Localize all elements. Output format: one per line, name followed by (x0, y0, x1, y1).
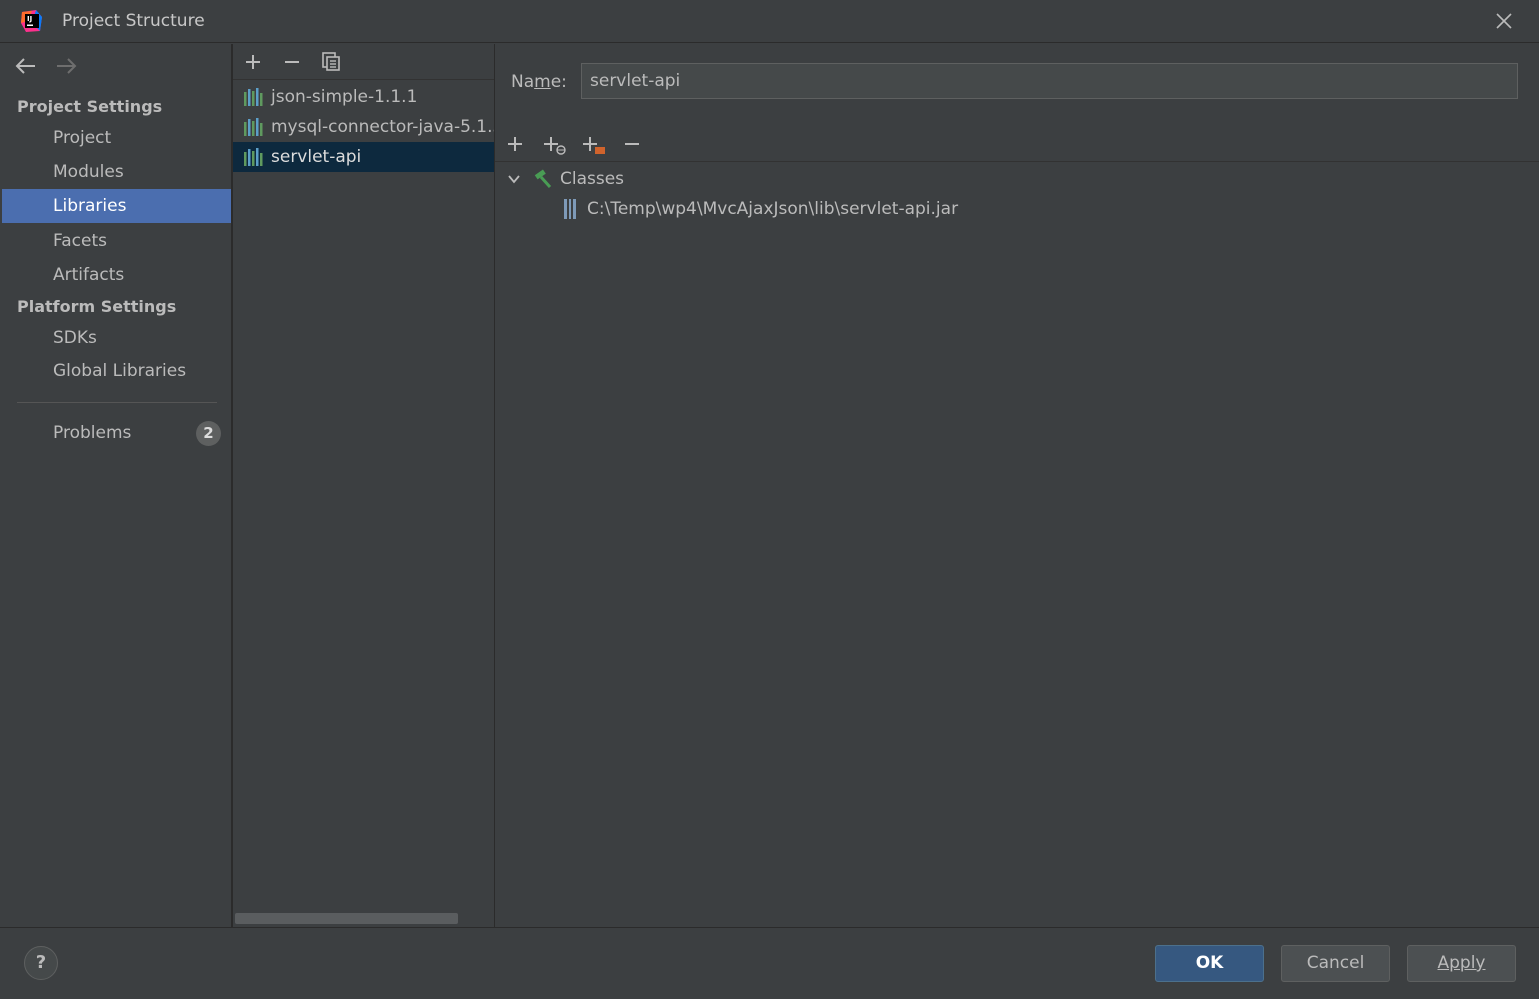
sidebar-item-project[interactable]: Project (2, 121, 231, 155)
library-label: json-simple-1.1.1 (271, 87, 418, 107)
forward-arrow-icon[interactable] (54, 54, 78, 78)
apply-button[interactable]: Apply (1407, 945, 1516, 982)
library-item-json-simple[interactable]: json-simple-1.1.1 (233, 82, 494, 112)
jar-file-icon (564, 199, 576, 219)
window-title: Project Structure (62, 11, 205, 31)
add-library-icon[interactable] (242, 51, 264, 73)
sidebar-item-global-libraries[interactable]: Global Libraries (2, 354, 231, 388)
add-jar-directory-icon[interactable] (581, 133, 607, 155)
copy-library-icon[interactable] (320, 50, 342, 72)
jar-path-label: C:\Temp\wp4\MvcAjaxJson\lib\servlet-api.… (587, 199, 959, 219)
cancel-button[interactable]: Cancel (1281, 945, 1390, 982)
libraries-panel: json-simple-1.1.1 mysql-connector-java-5… (233, 44, 494, 927)
settings-sidebar: Project Settings Project Modules Librari… (2, 44, 231, 927)
project-settings-heading: Project Settings (17, 97, 163, 116)
sidebar-item-artifacts[interactable]: Artifacts (2, 258, 231, 292)
library-item-servlet-api[interactable]: servlet-api (233, 142, 494, 172)
add-url-icon[interactable] (542, 133, 568, 155)
sidebar-item-libraries[interactable]: Libraries (2, 189, 231, 223)
hammer-icon (534, 169, 552, 189)
sidebar-divider (17, 402, 217, 403)
footer-divider (0, 927, 1539, 928)
intellij-logo-icon: IJ (21, 10, 42, 32)
jar-tree-node[interactable]: C:\Temp\wp4\MvcAjaxJson\lib\servlet-api.… (495, 194, 1195, 224)
sidebar-item-sdks[interactable]: SDKs (2, 321, 231, 355)
back-arrow-icon[interactable] (14, 54, 38, 78)
chevron-down-icon[interactable] (506, 171, 522, 187)
ok-button[interactable]: OK (1155, 945, 1264, 982)
sidebar-item-facets[interactable]: Facets (2, 224, 231, 258)
problems-count-badge: 2 (196, 421, 221, 446)
problems-label: Problems (53, 423, 132, 443)
close-icon[interactable] (1491, 8, 1517, 34)
remove-library-icon[interactable] (281, 51, 303, 73)
library-icon (244, 88, 263, 106)
platform-settings-heading: Platform Settings (17, 297, 177, 316)
library-detail-panel: Name: Classes (495, 44, 1539, 927)
library-item-mysql-connector[interactable]: mysql-connector-java-5.1.34 (233, 112, 494, 142)
classes-toolbar (495, 130, 1539, 162)
help-button[interactable]: ? (24, 946, 58, 980)
remove-root-icon[interactable] (621, 133, 643, 155)
libraries-toolbar (233, 44, 494, 80)
svg-text:IJ: IJ (27, 15, 32, 23)
sidebar-item-problems[interactable]: Problems 2 (2, 416, 231, 450)
library-icon (244, 118, 263, 136)
libraries-horizontal-scrollbar[interactable] (235, 913, 458, 924)
library-label: mysql-connector-java-5.1.34 (271, 117, 494, 137)
title-bar: IJ Project Structure (0, 0, 1539, 43)
name-label: Name: (511, 72, 567, 92)
library-icon (244, 148, 263, 166)
classes-label: Classes (560, 169, 625, 189)
library-label: servlet-api (271, 147, 362, 167)
library-name-input[interactable] (581, 63, 1518, 99)
add-root-icon[interactable] (504, 133, 526, 155)
sidebar-item-modules[interactable]: Modules (2, 155, 231, 189)
apply-label: Apply (1437, 953, 1486, 973)
